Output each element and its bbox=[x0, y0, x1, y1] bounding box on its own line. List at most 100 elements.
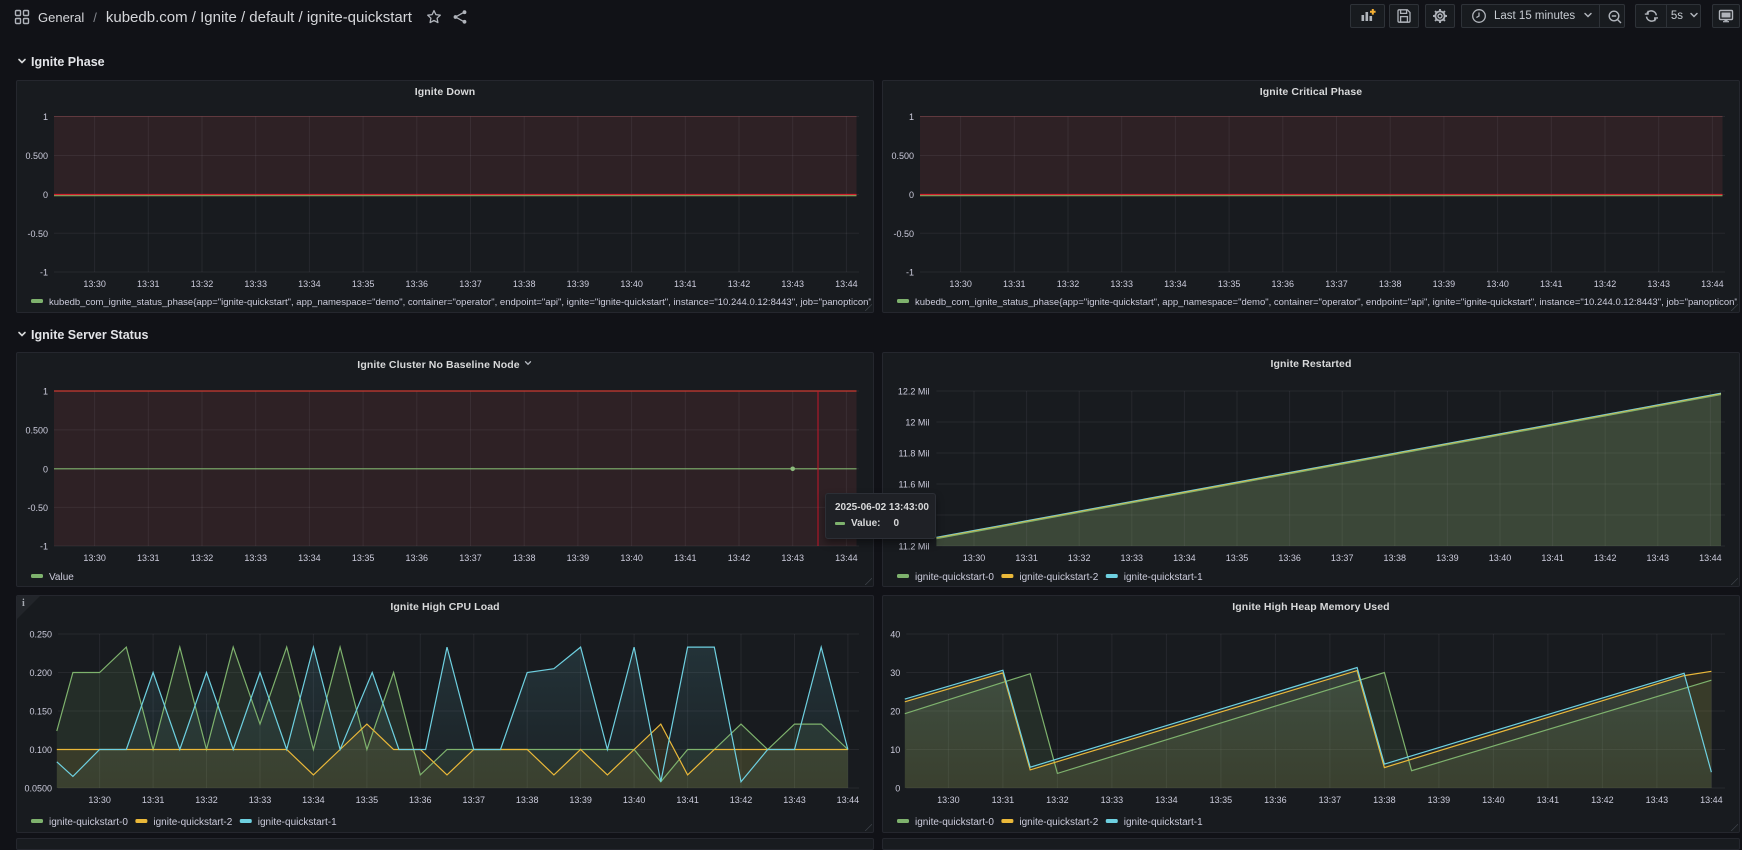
svg-text:13:31: 13:31 bbox=[137, 279, 160, 289]
svg-text:13:41: 13:41 bbox=[1537, 795, 1560, 805]
svg-text:13:42: 13:42 bbox=[1594, 553, 1617, 563]
svg-text:13:42: 13:42 bbox=[728, 553, 751, 563]
svg-text:13:32: 13:32 bbox=[191, 553, 214, 563]
svg-text:13:37: 13:37 bbox=[463, 795, 486, 805]
svg-text:0: 0 bbox=[43, 464, 48, 474]
svg-text:13:44: 13:44 bbox=[1701, 279, 1724, 289]
svg-text:1: 1 bbox=[43, 387, 48, 397]
svg-text:13:41: 13:41 bbox=[1541, 553, 1564, 563]
svg-text:0.200: 0.200 bbox=[29, 668, 52, 678]
svg-text:13:30: 13:30 bbox=[949, 279, 972, 289]
svg-text:13:44: 13:44 bbox=[1699, 553, 1722, 563]
svg-text:13:40: 13:40 bbox=[1486, 279, 1509, 289]
svg-text:13:30: 13:30 bbox=[937, 795, 960, 805]
svg-text:13:37: 13:37 bbox=[459, 279, 482, 289]
svg-text:13:36: 13:36 bbox=[409, 795, 432, 805]
svg-text:13:30: 13:30 bbox=[88, 795, 111, 805]
svg-text:13:43: 13:43 bbox=[781, 279, 804, 289]
svg-text:-0.50: -0.50 bbox=[27, 229, 48, 239]
svg-text:13:40: 13:40 bbox=[620, 279, 643, 289]
svg-text:13:38: 13:38 bbox=[1379, 279, 1402, 289]
svg-text:13:31: 13:31 bbox=[1003, 279, 1026, 289]
svg-text:13:43: 13:43 bbox=[781, 553, 804, 563]
svg-text:ignite-quickstart-1: ignite-quickstart-1 bbox=[1124, 817, 1203, 828]
svg-text:13:44: 13:44 bbox=[1700, 795, 1723, 805]
svg-text:13:31: 13:31 bbox=[992, 795, 1015, 805]
svg-text:13:43: 13:43 bbox=[783, 795, 806, 805]
svg-text:13:42: 13:42 bbox=[730, 795, 753, 805]
svg-text:ignite-quickstart-1: ignite-quickstart-1 bbox=[1124, 572, 1203, 583]
svg-text:11.2 Mil: 11.2 Mil bbox=[899, 542, 930, 552]
svg-text:0: 0 bbox=[43, 190, 48, 200]
svg-text:13:36: 13:36 bbox=[1272, 279, 1295, 289]
svg-text:-1: -1 bbox=[906, 268, 914, 278]
svg-text:13:43: 13:43 bbox=[1646, 795, 1669, 805]
svg-text:13:38: 13:38 bbox=[516, 795, 539, 805]
svg-text:13:34: 13:34 bbox=[298, 279, 321, 289]
svg-text:13:39: 13:39 bbox=[1428, 795, 1451, 805]
svg-text:0.100: 0.100 bbox=[29, 745, 52, 755]
svg-text:13:32: 13:32 bbox=[1068, 553, 1091, 563]
svg-text:13:32: 13:32 bbox=[191, 279, 214, 289]
svg-text:13:39: 13:39 bbox=[567, 553, 590, 563]
svg-text:13:43: 13:43 bbox=[1647, 279, 1670, 289]
svg-text:13:39: 13:39 bbox=[1436, 553, 1459, 563]
svg-text:13:30: 13:30 bbox=[963, 553, 986, 563]
svg-text:ignite-quickstart-0: ignite-quickstart-0 bbox=[915, 572, 994, 583]
svg-text:13:42: 13:42 bbox=[1594, 279, 1617, 289]
svg-text:13:31: 13:31 bbox=[137, 553, 160, 563]
svg-text:13:31: 13:31 bbox=[1015, 553, 1038, 563]
svg-text:13:33: 13:33 bbox=[244, 553, 267, 563]
svg-text:13:40: 13:40 bbox=[1489, 553, 1512, 563]
svg-text:13:41: 13:41 bbox=[674, 279, 697, 289]
svg-text:11.8 Mil: 11.8 Mil bbox=[899, 449, 930, 459]
svg-text:13:40: 13:40 bbox=[623, 795, 646, 805]
svg-text:13:37: 13:37 bbox=[1319, 795, 1342, 805]
svg-text:13:44: 13:44 bbox=[835, 553, 858, 563]
svg-text:13:35: 13:35 bbox=[356, 795, 379, 805]
svg-text:13:36: 13:36 bbox=[406, 553, 429, 563]
svg-text:0.250: 0.250 bbox=[29, 630, 52, 640]
svg-text:40: 40 bbox=[890, 630, 900, 640]
svg-text:13:41: 13:41 bbox=[674, 553, 697, 563]
svg-text:13:34: 13:34 bbox=[1164, 279, 1187, 289]
svg-text:20: 20 bbox=[890, 707, 900, 717]
svg-text:0: 0 bbox=[895, 784, 900, 794]
svg-text:13:42: 13:42 bbox=[728, 279, 751, 289]
svg-text:13:33: 13:33 bbox=[1110, 279, 1133, 289]
svg-text:0.500: 0.500 bbox=[25, 151, 48, 161]
svg-text:13:44: 13:44 bbox=[835, 279, 858, 289]
svg-text:13:37: 13:37 bbox=[1325, 279, 1348, 289]
svg-text:13:37: 13:37 bbox=[1331, 553, 1354, 563]
svg-text:12.2 Mil: 12.2 Mil bbox=[898, 387, 930, 397]
svg-text:13:35: 13:35 bbox=[1210, 795, 1233, 805]
svg-text:13:43: 13:43 bbox=[1647, 553, 1670, 563]
svg-text:13:40: 13:40 bbox=[1482, 795, 1505, 805]
svg-text:13:34: 13:34 bbox=[1173, 553, 1196, 563]
svg-text:13:30: 13:30 bbox=[83, 553, 106, 563]
svg-text:-1: -1 bbox=[40, 542, 48, 552]
svg-text:13:41: 13:41 bbox=[1540, 279, 1563, 289]
svg-text:13:35: 13:35 bbox=[352, 553, 375, 563]
svg-text:13:39: 13:39 bbox=[1433, 279, 1456, 289]
svg-text:0: 0 bbox=[909, 190, 914, 200]
svg-text:ignite-quickstart-2: ignite-quickstart-2 bbox=[1019, 572, 1098, 583]
svg-text:13:36: 13:36 bbox=[1278, 553, 1301, 563]
svg-text:1: 1 bbox=[43, 112, 48, 122]
svg-text:-0.50: -0.50 bbox=[893, 229, 914, 239]
svg-text:0.500: 0.500 bbox=[891, 151, 914, 161]
svg-text:11.6 Mil: 11.6 Mil bbox=[899, 480, 930, 490]
svg-text:12 Mil: 12 Mil bbox=[905, 418, 929, 428]
svg-text:13:36: 13:36 bbox=[406, 279, 429, 289]
svg-text:13:34: 13:34 bbox=[1155, 795, 1178, 805]
svg-text:Value: Value bbox=[49, 572, 74, 583]
svg-text:0.150: 0.150 bbox=[29, 707, 52, 717]
svg-text:13:39: 13:39 bbox=[569, 795, 592, 805]
svg-text:ignite-quickstart-2: ignite-quickstart-2 bbox=[153, 817, 232, 828]
svg-text:13:39: 13:39 bbox=[567, 279, 590, 289]
svg-text:ignite-quickstart-0: ignite-quickstart-0 bbox=[915, 817, 994, 828]
svg-text:ignite-quickstart-0: ignite-quickstart-0 bbox=[49, 817, 128, 828]
svg-text:13:33: 13:33 bbox=[1101, 795, 1124, 805]
svg-text:ignite-quickstart-1: ignite-quickstart-1 bbox=[258, 817, 337, 828]
svg-text:1: 1 bbox=[909, 112, 914, 122]
